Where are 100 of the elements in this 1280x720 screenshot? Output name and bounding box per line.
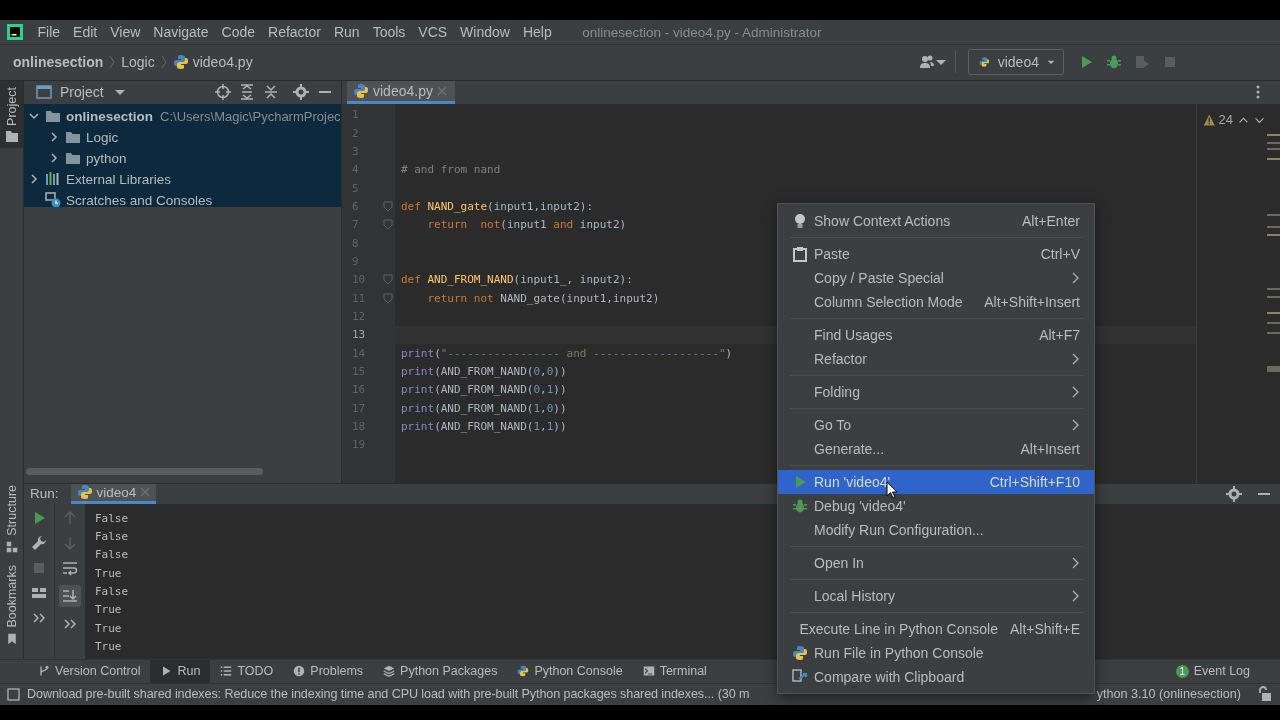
lightbulb-icon (792, 213, 808, 229)
tool-window-tab[interactable]: Structure (0, 479, 23, 559)
interpreter-label[interactable]: ython 3.10 (onlinesection) (1096, 687, 1241, 702)
menu-item[interactable]: Modify Run Configuration... (778, 518, 1094, 542)
folder-icon (65, 129, 81, 146)
menu-item[interactable]: Refactor (778, 347, 1094, 371)
breadcrumb-item[interactable]: video4.py (192, 54, 253, 71)
scroll-to-end-icon[interactable] (59, 584, 81, 607)
compare-icon (792, 669, 808, 685)
menu-item[interactable]: Run 'video4' Ctrl+Shift+F10 (778, 470, 1094, 494)
run-configuration-dropdown[interactable]: video4 (968, 49, 1064, 76)
menu-item[interactable]: Help (516, 24, 559, 41)
menu-item[interactable]: Open In (778, 551, 1094, 575)
list-icon (220, 665, 233, 678)
menu-item[interactable]: Generate... Alt+Insert (778, 437, 1094, 461)
tool-window-button[interactable]: Terminal (632, 659, 717, 683)
panel-title[interactable]: Project (60, 84, 104, 101)
tree-item[interactable]: External Libraries (66, 171, 172, 187)
tool-window-tab[interactable]: Project (0, 80, 23, 149)
python-file-icon (353, 82, 369, 99)
line-number: 13 (352, 328, 366, 342)
collapsed-chevron-icon[interactable] (28, 173, 40, 186)
code-line: print(AND_FROM_NAND(0,0)) (400, 364, 567, 380)
menu-item[interactable]: Code (215, 24, 262, 41)
expand-all-icon[interactable] (239, 84, 255, 101)
window-title: onlinesection - video4.py - Administrator (582, 24, 822, 40)
menu-item[interactable]: Refactor (261, 24, 328, 41)
menu-item[interactable]: Paste Ctrl+V (778, 242, 1094, 266)
menu-item[interactable]: Local History (778, 584, 1094, 608)
folder-icon (65, 150, 81, 167)
output-line: True (95, 620, 122, 637)
debug-icon[interactable] (1106, 54, 1122, 71)
fold-marker-icon[interactable] (383, 200, 393, 212)
menu-item[interactable]: Window (453, 24, 517, 41)
menu-item[interactable]: Find Usages Alt+F7 (778, 323, 1094, 347)
panel-label: Run: (30, 486, 59, 502)
tool-window-button[interactable]: Version Control (28, 659, 151, 683)
tool-window-button[interactable]: Python Packages (373, 659, 508, 683)
python-icon (792, 645, 808, 661)
menu-item[interactable]: Copy / Paste Special (778, 266, 1094, 290)
tree-item[interactable]: Logic (86, 129, 119, 145)
wrench-icon[interactable] (31, 534, 47, 551)
code-line: print(AND_FROM_NAND(1,1)) (400, 419, 567, 436)
fold-marker-icon[interactable] (383, 292, 393, 304)
output-line: True (95, 639, 122, 656)
tree-item[interactable]: python (86, 150, 127, 166)
project-icon (36, 84, 52, 101)
soft-wrap-icon[interactable] (62, 559, 78, 576)
settings-icon[interactable] (1226, 485, 1242, 502)
locate-icon[interactable] (215, 84, 231, 101)
settings-icon[interactable] (293, 84, 309, 101)
fold-marker-icon[interactable] (383, 274, 393, 286)
event-log-button[interactable]: 1 Event Log (1165, 659, 1260, 683)
python-icon (76, 484, 93, 501)
breadcrumb-item[interactable]: onlinesection (13, 54, 104, 71)
tool-window-button[interactable]: Problems (283, 659, 374, 683)
tool-windows-icon[interactable] (7, 687, 20, 701)
collapsed-chevron-icon[interactable] (48, 152, 60, 165)
menu-item[interactable]: Edit (66, 24, 104, 41)
code-line: def AND_FROM_NAND(input1_, input2): (400, 272, 633, 289)
users-icon[interactable] (919, 54, 935, 71)
tool-window-tab[interactable]: Bookmarks (0, 559, 23, 651)
tool-window-button[interactable]: Python Console (507, 659, 633, 683)
menu-item[interactable]: Debug 'video4' (778, 494, 1094, 518)
fold-marker-icon[interactable] (383, 219, 393, 231)
collapsed-chevron-icon[interactable] (48, 131, 60, 144)
breadcrumb-item[interactable]: Logic (121, 54, 155, 71)
problems-icon (293, 665, 306, 678)
code-line: def NAND_gate(input1,input2): (400, 198, 594, 215)
branch-icon (38, 665, 50, 678)
tree-item[interactable]: onlinesection (66, 108, 153, 124)
run-tab[interactable]: video4 (70, 483, 157, 504)
menu-item[interactable]: Compare with Clipboard (778, 665, 1094, 689)
menu-item[interactable]: Show Context Actions Alt+Enter (778, 209, 1094, 233)
tool-window-button[interactable]: Run (150, 659, 211, 683)
editor-tab[interactable]: video4.py (347, 80, 455, 104)
play-icon (160, 665, 173, 678)
scratch-icon (45, 192, 61, 207)
menu-item[interactable]: VCS (411, 24, 454, 41)
code-line: print(AND_FROM_NAND(0,1)) (400, 382, 567, 399)
scrollbar-thumb[interactable] (26, 467, 263, 475)
menu-item[interactable]: File (31, 24, 67, 41)
collapse-all-icon[interactable] (263, 84, 279, 101)
menu-item[interactable]: Execute Line in Python Console Alt+Shift+E (778, 617, 1094, 641)
menu-item[interactable]: Folding (778, 380, 1094, 404)
menu-item[interactable]: Column Selection Mode Alt+Shift+Insert (778, 290, 1094, 314)
status-message[interactable]: Download pre-built shared indexes: Reduce the indexing time and CPU load with pre-built Python packages shared indexes... (30 m (27, 687, 750, 702)
lock-icon[interactable] (1256, 686, 1272, 703)
output-line: True (95, 602, 122, 619)
menu-item[interactable]: View (103, 24, 147, 41)
warning-count[interactable]: 24 (1218, 112, 1234, 128)
more-icon[interactable] (1256, 85, 1260, 100)
menu-item[interactable]: Tools (366, 24, 412, 41)
menu-item[interactable]: Run (327, 24, 367, 41)
tree-item[interactable]: Scratches and Consoles (66, 192, 213, 207)
app-logo-icon (7, 24, 23, 41)
tool-window-button[interactable]: TODO (210, 659, 284, 683)
menu-item[interactable]: Navigate (146, 24, 216, 41)
menu-item[interactable]: Run File in Python Console (778, 641, 1094, 665)
menu-item[interactable]: Go To (778, 413, 1094, 437)
